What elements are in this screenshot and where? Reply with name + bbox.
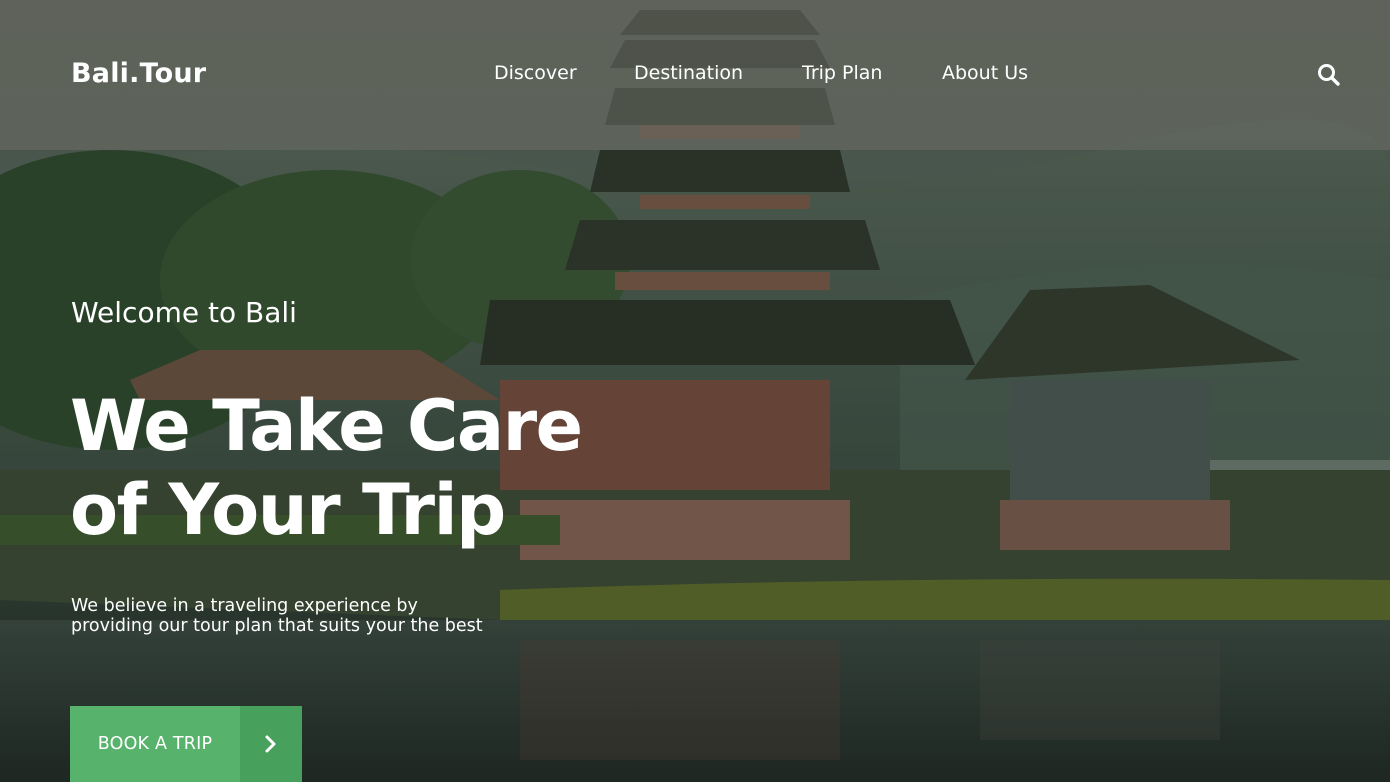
- nav-item-about-us[interactable]: About Us: [942, 62, 1028, 84]
- main-nav: Discover Destination Trip Plan About Us: [0, 62, 1390, 92]
- hero-section: Bali.Tour Discover Destination Trip Plan…: [0, 0, 1390, 782]
- hero-headline: We Take Care of Your Trip: [70, 384, 750, 552]
- headline-line-2: of Your Trip: [70, 469, 506, 551]
- book-a-trip-label[interactable]: BOOK A TRIP: [70, 706, 240, 782]
- nav-item-trip-plan[interactable]: Trip Plan: [802, 62, 882, 84]
- chevron-right-icon[interactable]: [240, 706, 302, 782]
- welcome-subtitle: Welcome to Bali: [71, 296, 297, 329]
- hero-lead-text: We believe in a traveling experience by …: [71, 596, 483, 636]
- headline-line-1: We Take Care: [70, 385, 583, 467]
- nav-item-destination[interactable]: Destination: [634, 62, 743, 84]
- nav-item-discover[interactable]: Discover: [494, 62, 577, 84]
- book-a-trip-button[interactable]: BOOK A TRIP: [70, 706, 302, 782]
- top-navigation-bar: Bali.Tour Discover Destination Trip Plan…: [0, 0, 1390, 150]
- search-icon[interactable]: [1316, 62, 1342, 88]
